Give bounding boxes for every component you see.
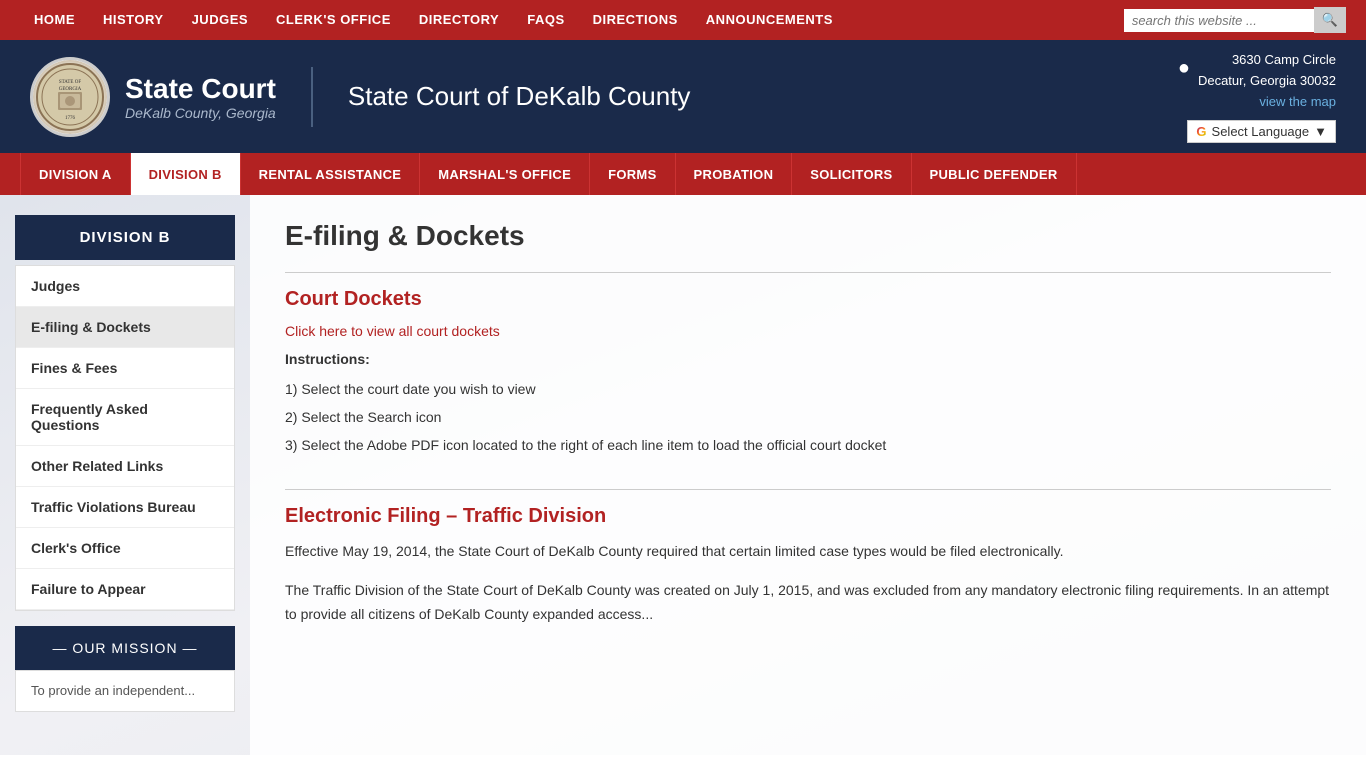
svg-text:1776: 1776: [65, 116, 76, 121]
search-input[interactable]: [1124, 9, 1314, 32]
header-right: ● 3630 Camp Circle Decatur, Georgia 3003…: [1178, 50, 1336, 143]
sidebar: DIVISION B Judges E-filing & Dockets Fin…: [0, 195, 250, 755]
nav-division-b[interactable]: DIVISION B: [131, 153, 241, 195]
nav-solicitors[interactable]: SOLICITORS: [792, 153, 911, 195]
body-text-1: Effective May 19, 2014, the State Court …: [285, 540, 1331, 564]
sidebar-item-failure[interactable]: Failure to Appear: [16, 569, 234, 610]
language-label: Select Language: [1212, 124, 1310, 139]
sidebar-item-efiling[interactable]: E-filing & Dockets: [16, 307, 234, 348]
address-text: 3630 Camp Circle Decatur, Georgia 30032 …: [1198, 50, 1336, 112]
svg-text:GEORGIA: GEORGIA: [59, 87, 82, 92]
sidebar-item-clerks[interactable]: Clerk's Office: [16, 528, 234, 569]
nav-probation[interactable]: PROBATION: [676, 153, 793, 195]
google-icon: G: [1196, 124, 1206, 139]
nav-directory[interactable]: DIRECTORY: [405, 0, 513, 40]
main-content: E-filing & Dockets Court Dockets Click h…: [250, 195, 1366, 755]
address-block: ● 3630 Camp Circle Decatur, Georgia 3003…: [1178, 50, 1336, 112]
court-seal: STATE OF GEORGIA 1776: [30, 57, 110, 137]
nav-judges[interactable]: JUDGES: [178, 0, 262, 40]
nav-rental-assistance[interactable]: RENTAL ASSISTANCE: [241, 153, 421, 195]
instructions-list: 1) Select the court date you wish to vie…: [285, 375, 1331, 459]
sidebar-item-tvb[interactable]: Traffic Violations Bureau: [16, 487, 234, 528]
body-text-2: The Traffic Division of the State Court …: [285, 579, 1331, 627]
court-title-main: State Court: [125, 73, 276, 105]
instruction-1: 1) Select the court date you wish to vie…: [285, 375, 1331, 403]
main-wrapper: DIVISION B Judges E-filing & Dockets Fin…: [0, 195, 1366, 755]
court-title-block: State Court DeKalb County, Georgia: [125, 73, 276, 121]
site-header: STATE OF GEORGIA 1776 State Court DeKalb…: [0, 40, 1366, 153]
nav-public-defender[interactable]: PUBLIC DEFENDER: [912, 153, 1077, 195]
nav-faqs[interactable]: FAQS: [513, 0, 578, 40]
instructions-label: Instructions:: [285, 351, 1331, 367]
svg-text:STATE OF: STATE OF: [59, 80, 81, 85]
mission-title: — OUR MISSION —: [15, 626, 235, 670]
sidebar-menu: Judges E-filing & Dockets Fines & Fees F…: [15, 265, 235, 611]
map-link[interactable]: view the map: [1259, 94, 1336, 109]
sidebar-item-judges[interactable]: Judges: [16, 266, 234, 307]
sidebar-item-faq[interactable]: Frequently Asked Questions: [16, 389, 234, 446]
secondary-navigation: DIVISION A DIVISION B RENTAL ASSISTANCE …: [0, 153, 1366, 195]
top-navigation: HOME HISTORY JUDGES CLERK'S OFFICE DIREC…: [0, 0, 1366, 40]
nav-forms[interactable]: FORMS: [590, 153, 675, 195]
address-line1: 3630 Camp Circle: [1198, 50, 1336, 71]
nav-home[interactable]: HOME: [20, 0, 89, 40]
nav-history[interactable]: HISTORY: [89, 0, 178, 40]
header-left: STATE OF GEORGIA 1776 State Court DeKalb…: [30, 57, 690, 137]
court-title-sub: DeKalb County, Georgia: [125, 105, 276, 121]
efiling-title: Electronic Filing – Traffic Division: [285, 505, 1331, 528]
sidebar-title: DIVISION B: [15, 215, 235, 260]
content-divider: [285, 272, 1331, 273]
nav-clerks-office[interactable]: CLERK'S OFFICE: [262, 0, 405, 40]
page-title: E-filing & Dockets: [285, 220, 1331, 252]
top-nav-links: HOME HISTORY JUDGES CLERK'S OFFICE DIREC…: [20, 0, 847, 40]
nav-directions[interactable]: DIRECTIONS: [579, 0, 692, 40]
address-line2: Decatur, Georgia 30032: [1198, 71, 1336, 92]
nav-announcements[interactable]: ANNOUNCEMENTS: [692, 0, 847, 40]
view-dockets-link[interactable]: Click here to view all court dockets: [285, 323, 500, 339]
instruction-2: 2) Select the Search icon: [285, 403, 1331, 431]
sidebar-item-fines[interactable]: Fines & Fees: [16, 348, 234, 389]
nav-division-a[interactable]: DIVISION A: [20, 153, 131, 195]
chevron-down-icon: ▼: [1314, 124, 1327, 139]
court-dockets-title: Court Dockets: [285, 288, 1331, 311]
instruction-3: 3) Select the Adobe PDF icon located to …: [285, 431, 1331, 459]
location-icon: ●: [1178, 52, 1190, 84]
header-divider: [311, 67, 313, 127]
search-box: 🔍: [1124, 7, 1346, 33]
language-selector[interactable]: G Select Language ▼: [1187, 120, 1336, 143]
mission-text: To provide an independent...: [15, 670, 235, 712]
court-full-name: State Court of DeKalb County: [348, 81, 691, 112]
search-button[interactable]: 🔍: [1314, 7, 1346, 33]
content-divider-2: [285, 489, 1331, 490]
nav-marshals-office[interactable]: MARSHAL'S OFFICE: [420, 153, 590, 195]
sidebar-item-other-links[interactable]: Other Related Links: [16, 446, 234, 487]
